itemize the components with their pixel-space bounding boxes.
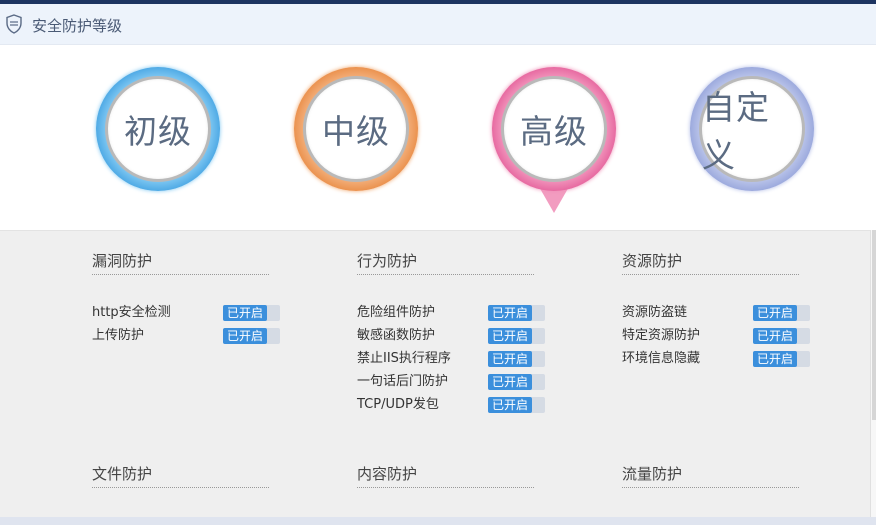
status-toggle[interactable]: 已开启: [223, 328, 280, 344]
list-item: 资源防盗链 已开启: [622, 301, 822, 324]
list-item: 特定资源防护 已开启: [622, 324, 822, 347]
item-label: 特定资源防护: [622, 328, 701, 343]
list-item: 一句话后门防护 已开启: [357, 370, 557, 393]
status-badge: 已开启: [223, 305, 267, 321]
group-resource-protection: 资源防护 资源防盗链 已开启 特定资源防护 已开启 环境信息隐藏 已开启: [622, 250, 822, 370]
level-circle: 高级: [501, 76, 607, 182]
group-file-protection: 文件防护: [92, 463, 292, 488]
item-label: 禁止IIS执行程序: [357, 351, 451, 366]
status-toggle[interactable]: 已开启: [753, 305, 810, 321]
level-label: 中级: [322, 112, 390, 151]
level-label: 高级: [520, 112, 588, 151]
group-title: 流量防护: [622, 463, 799, 488]
list-item: 环境信息隐藏 已开启: [622, 347, 822, 370]
list-item: http安全检测 已开启: [92, 301, 292, 324]
item-label: 敏感函数防护: [357, 328, 436, 343]
shield-icon: [6, 14, 22, 34]
bottom-bar: [0, 517, 876, 525]
list-item: 禁止IIS执行程序 已开启: [357, 347, 557, 370]
status-badge: 已开启: [488, 397, 532, 413]
list-item: 上传防护 已开启: [92, 324, 292, 347]
status-toggle[interactable]: 已开启: [488, 374, 545, 390]
group-title: 漏洞防护: [92, 250, 269, 275]
item-label: 上传防护: [92, 328, 145, 343]
status-badge: 已开启: [753, 328, 797, 344]
status-toggle[interactable]: 已开启: [488, 351, 545, 367]
group-behavior-protection: 行为防护 危险组件防护 已开启 敏感函数防护 已开启 禁止IIS执行程序 已开启…: [357, 250, 557, 416]
level-label: 自定义: [702, 88, 770, 175]
item-label: 一句话后门防护: [357, 374, 449, 389]
status-badge: 已开启: [223, 328, 267, 344]
item-label: 资源防盗链: [622, 305, 688, 320]
item-label: 环境信息隐藏: [622, 351, 701, 366]
status-toggle[interactable]: 已开启: [488, 305, 545, 321]
level-circle: 中级: [303, 76, 409, 182]
group-traffic-protection: 流量防护: [622, 463, 822, 488]
status-badge: 已开启: [488, 305, 532, 321]
status-toggle[interactable]: 已开启: [488, 397, 545, 413]
level-basic-button[interactable]: 初级: [96, 67, 220, 191]
level-circle: 初级: [105, 76, 211, 182]
level-label: 初级: [124, 112, 192, 151]
scrollbar-thumb[interactable]: [872, 230, 876, 420]
level-advanced-button[interactable]: 高级: [492, 67, 616, 213]
panel-scrollbar[interactable]: [870, 230, 876, 520]
status-badge: 已开启: [488, 328, 532, 344]
status-toggle[interactable]: 已开启: [753, 328, 810, 344]
status-toggle[interactable]: 已开启: [223, 305, 280, 321]
list-item: TCP/UDP发包 已开启: [357, 393, 557, 416]
group-title: 行为防护: [357, 250, 534, 275]
protection-level-selector: 初级 中级 高级 自定义: [0, 45, 876, 230]
status-badge: 已开启: [488, 351, 532, 367]
status-toggle[interactable]: 已开启: [488, 328, 545, 344]
section-header: 安全防护等级: [0, 4, 876, 45]
group-content-protection: 内容防护: [357, 463, 557, 488]
group-title: 文件防护: [92, 463, 269, 488]
group-title: 内容防护: [357, 463, 534, 488]
item-label: http安全检测: [92, 305, 171, 320]
status-badge: 已开启: [753, 305, 797, 321]
status-badge: 已开启: [488, 374, 532, 390]
level-custom-button[interactable]: 自定义: [690, 67, 814, 191]
item-label: 危险组件防护: [357, 305, 436, 320]
group-vulnerability-protection: 漏洞防护 http安全检测 已开启 上传防护 已开启: [92, 250, 292, 347]
page-title: 安全防护等级: [32, 17, 123, 35]
list-item: 危险组件防护 已开启: [357, 301, 557, 324]
status-badge: 已开启: [753, 351, 797, 367]
group-title: 资源防护: [622, 250, 799, 275]
level-intermediate-button[interactable]: 中级: [294, 67, 418, 191]
item-label: TCP/UDP发包: [357, 397, 439, 412]
list-item: 敏感函数防护 已开启: [357, 324, 557, 347]
level-circle: 自定义: [699, 76, 805, 182]
status-toggle[interactable]: 已开启: [753, 351, 810, 367]
